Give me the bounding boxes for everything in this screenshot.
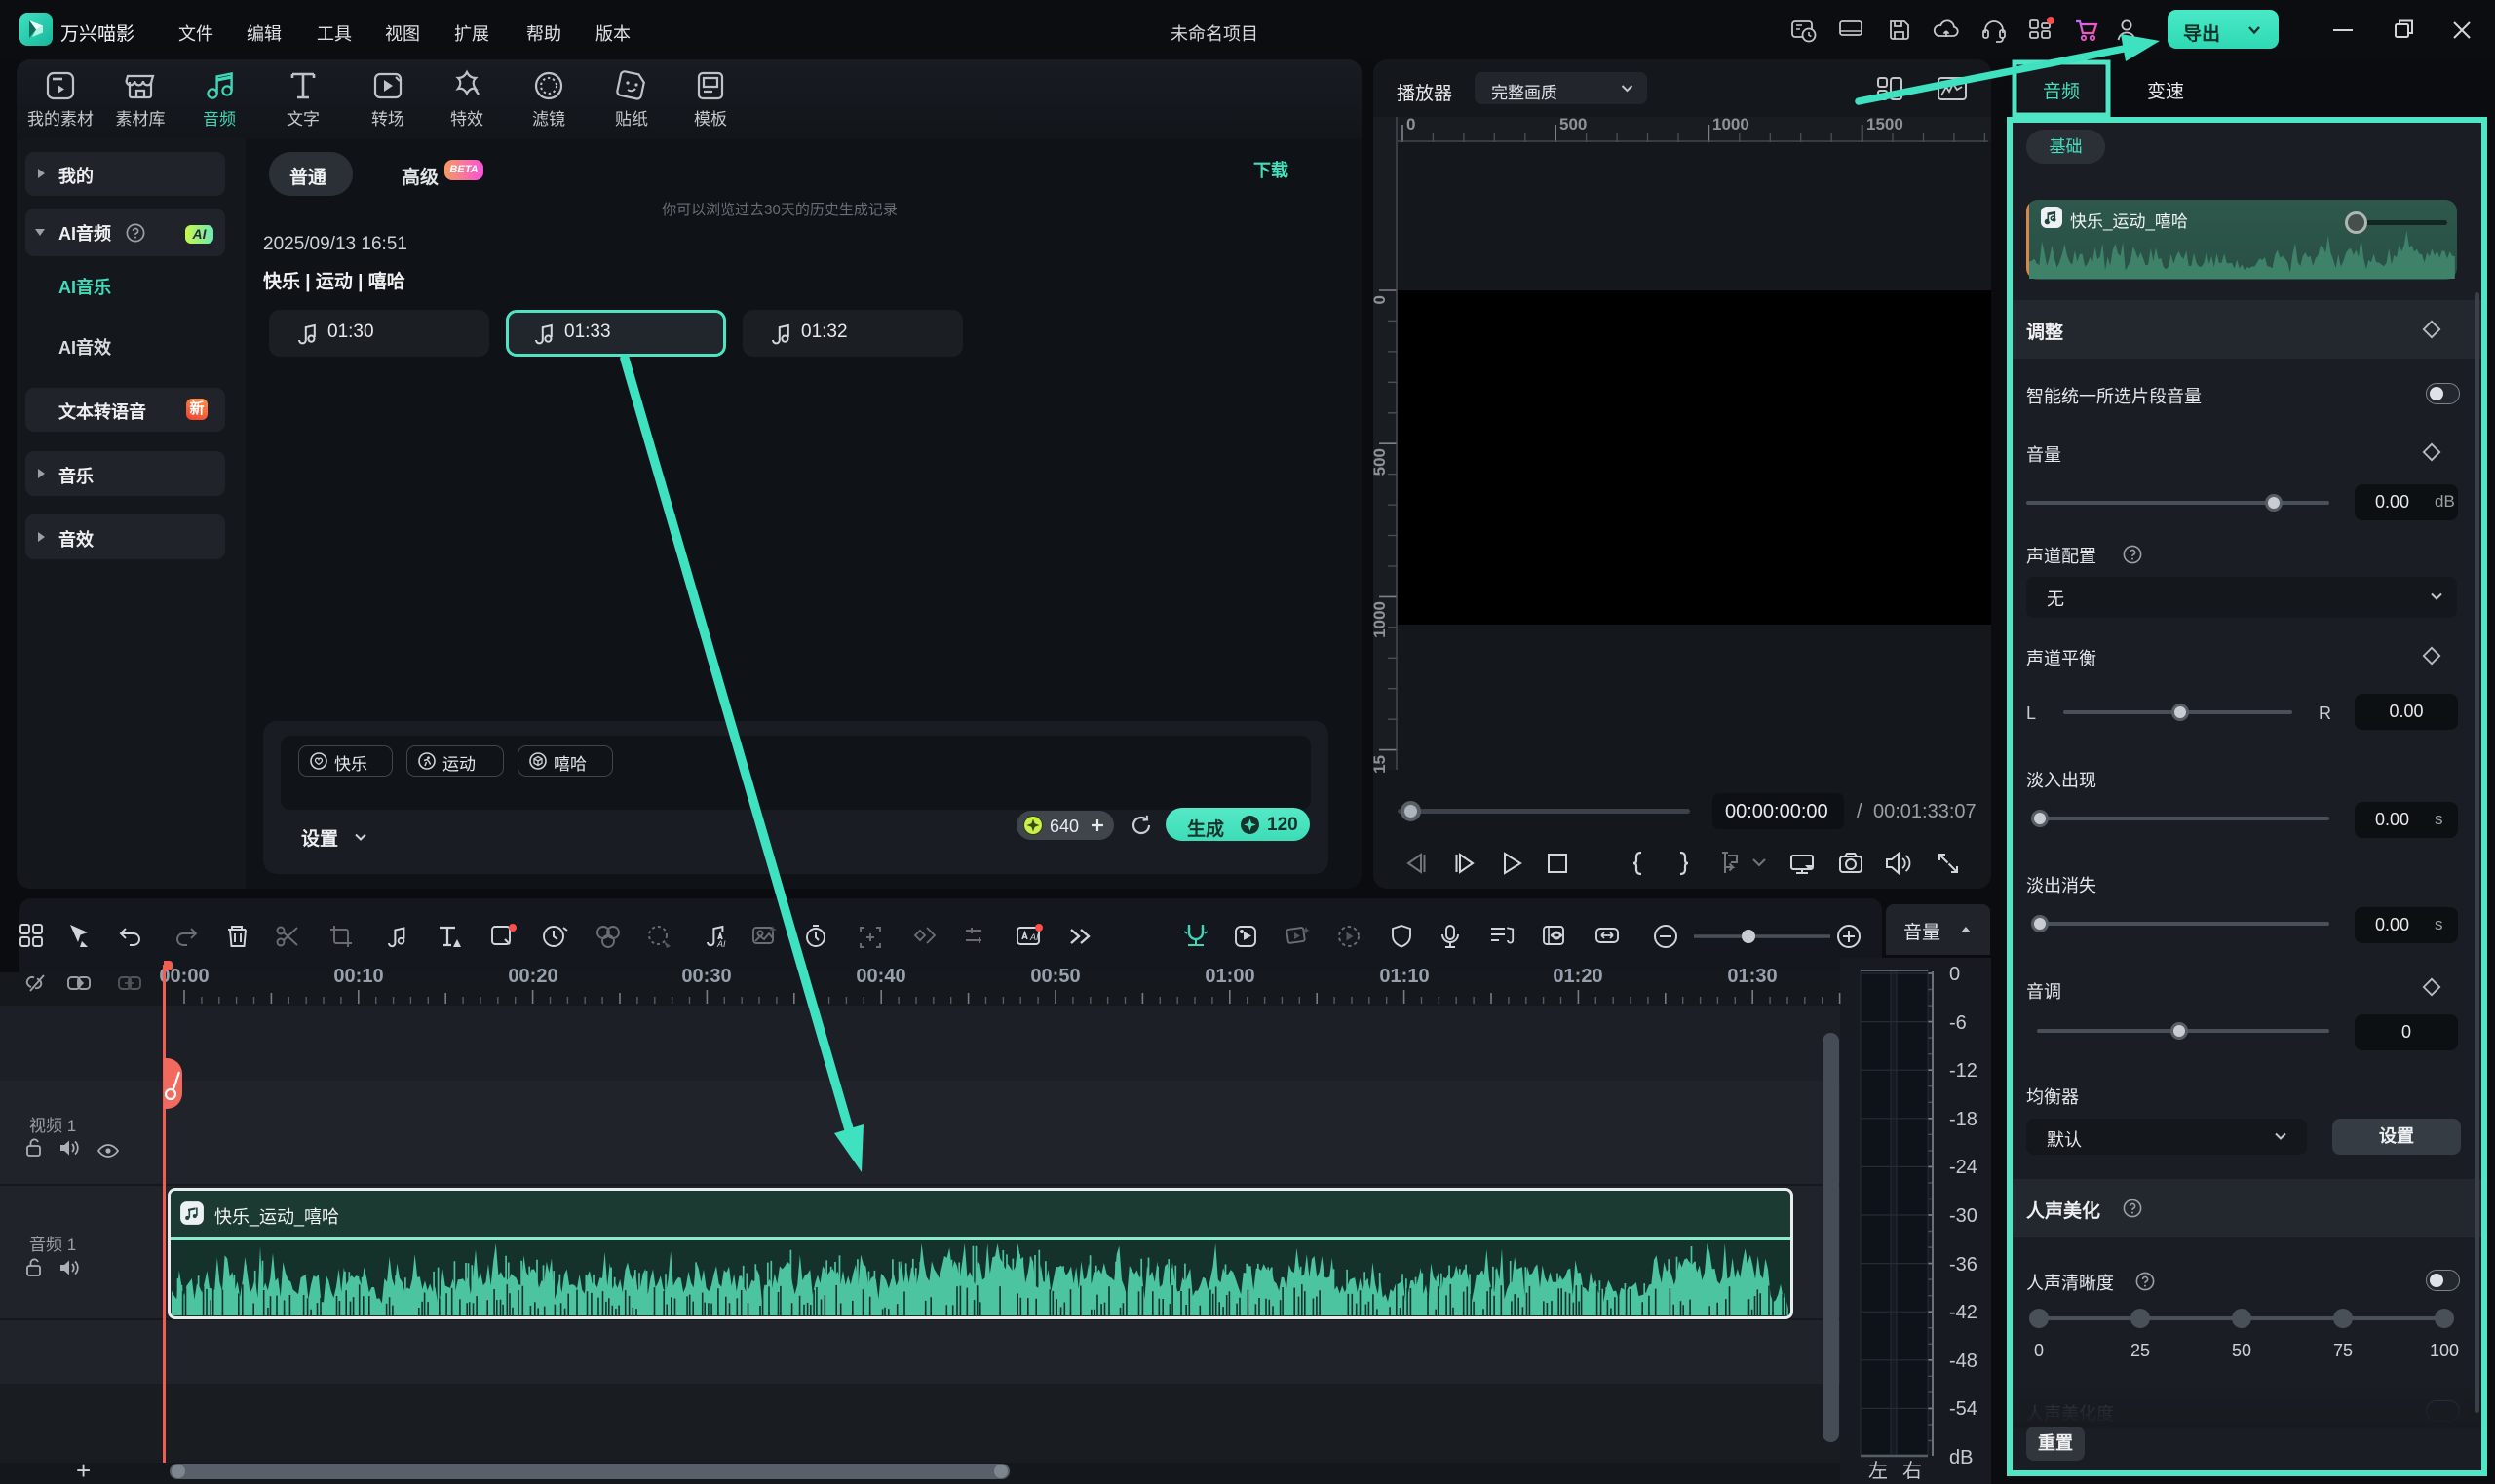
- svg-text:dB: dB: [1949, 1447, 1973, 1468]
- svg-text:右: 右: [1902, 1460, 1922, 1482]
- svg-text:-54: -54: [1949, 1398, 1977, 1420]
- svg-text:-42: -42: [1949, 1302, 1977, 1323]
- svg-text:-6: -6: [1949, 1012, 1967, 1034]
- svg-text:-18: -18: [1949, 1109, 1977, 1130]
- svg-text:0: 0: [1949, 964, 1960, 985]
- svg-text:-30: -30: [1949, 1205, 1977, 1227]
- svg-text:-12: -12: [1949, 1060, 1977, 1082]
- svg-text:左: 左: [1868, 1460, 1888, 1482]
- svg-text:-36: -36: [1949, 1254, 1977, 1275]
- svg-text:-48: -48: [1949, 1351, 1977, 1372]
- svg-text:-24: -24: [1949, 1157, 1977, 1178]
